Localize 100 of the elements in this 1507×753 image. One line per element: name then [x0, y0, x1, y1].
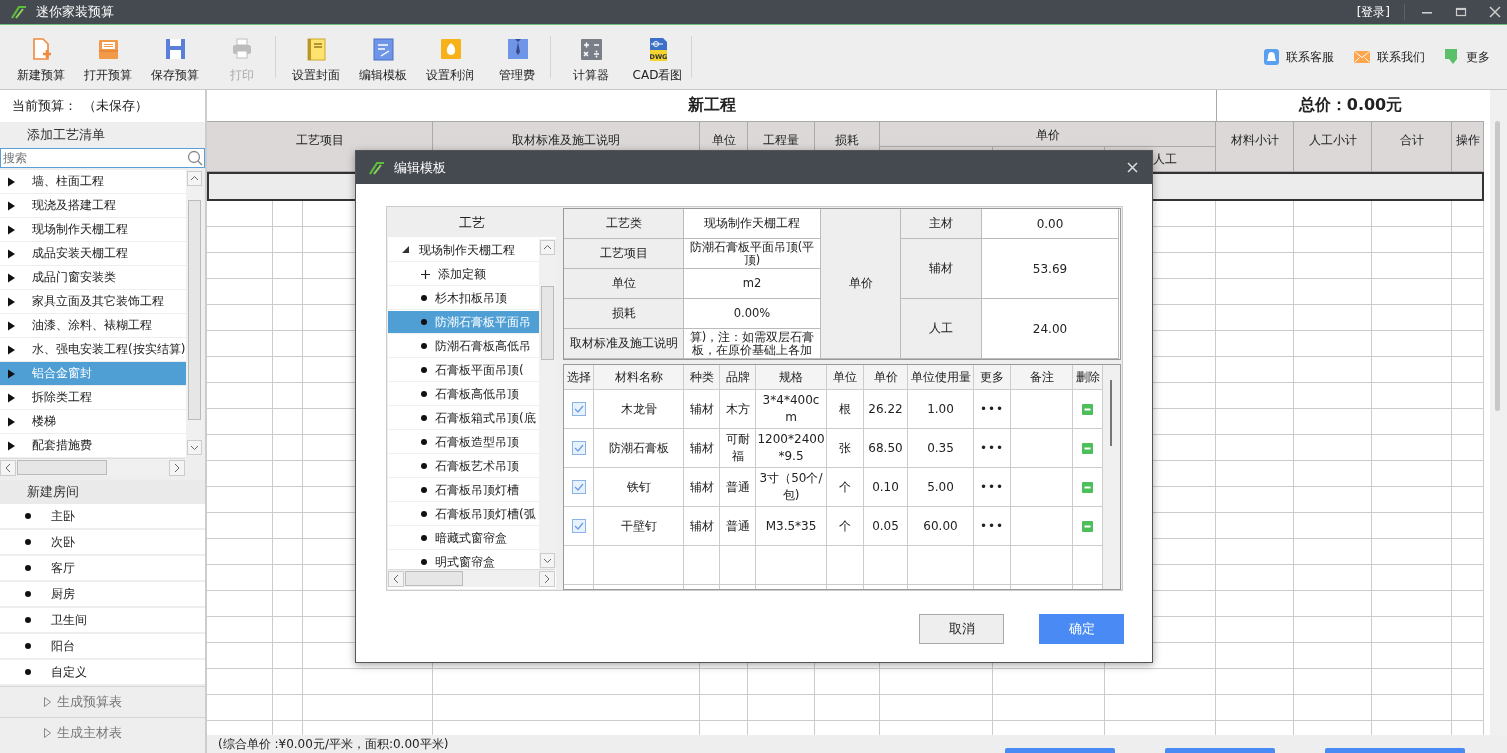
toolbar-button[interactable]: 编辑模板 — [349, 32, 416, 82]
room-item[interactable]: 主卧 — [0, 504, 205, 528]
toolbar-link[interactable]: 联系客服 — [1264, 48, 1334, 66]
field-value: 0.00 — [982, 209, 1119, 239]
toolbar-button[interactable]: 新建预算 — [7, 32, 74, 82]
scroll-thumb[interactable] — [17, 460, 107, 475]
bullet-icon — [25, 539, 31, 545]
table-cell: 辅材 — [684, 468, 720, 507]
column-header: 单位使用量 — [908, 365, 974, 390]
field-label: 损耗 — [564, 299, 684, 329]
toolbar-link[interactable]: 联系我们 — [1354, 48, 1425, 66]
scrollbar[interactable] — [539, 239, 556, 569]
caret-icon[interactable] — [7, 176, 16, 187]
bullet-icon — [421, 295, 427, 301]
scrollbar[interactable] — [0, 458, 185, 476]
toolbar-link[interactable]: 更多 — [1445, 48, 1490, 66]
scroll-thumb[interactable] — [1495, 121, 1500, 411]
checkbox[interactable] — [571, 480, 586, 494]
checkbox[interactable] — [571, 402, 586, 416]
column-header: 单位 — [827, 365, 864, 390]
caret-icon[interactable] — [7, 272, 16, 283]
caret-icon[interactable] — [7, 200, 16, 211]
more-button[interactable]: ••• — [979, 439, 1005, 457]
table-cell: 3*4*400cm — [756, 390, 827, 429]
room-item[interactable]: 客厅 — [0, 556, 205, 580]
tree-item[interactable]: 配套措施费 — [0, 434, 186, 457]
scrollbar[interactable] — [186, 170, 203, 456]
room-item[interactable]: 次卧 — [0, 530, 205, 554]
action-item[interactable]: 生成预算表 — [0, 686, 205, 717]
column-header: 更多 — [974, 365, 1011, 390]
tree-item[interactable]: 水、强电安装工程(按实结算) — [0, 338, 186, 361]
tree-item[interactable]: 成品门窗安装类 — [0, 266, 186, 289]
toolbar-button[interactable]: 保存预算 — [141, 32, 208, 82]
bullet-icon — [421, 319, 427, 325]
plus-icon — [421, 269, 430, 279]
table-cell: 木方 — [720, 390, 756, 429]
scroll-thumb[interactable] — [541, 286, 554, 360]
more-button[interactable]: ••• — [979, 517, 1005, 535]
caret-icon[interactable] — [7, 320, 16, 331]
field-value: 53.69 — [982, 239, 1119, 299]
caret-icon[interactable] — [7, 296, 16, 307]
caret-icon[interactable] — [401, 245, 410, 255]
close-icon[interactable] — [1127, 162, 1138, 173]
room-item[interactable]: 阳台 — [0, 634, 205, 658]
column-header: 材料名称 — [594, 365, 684, 390]
toolbar-button[interactable]: 计算器 — [557, 32, 624, 82]
tree-item[interactable]: 拆除类工程 — [0, 386, 186, 409]
cancel-button[interactable]: 取消 — [919, 614, 1004, 644]
tree-item[interactable]: 现浇及搭建工程 — [0, 194, 186, 217]
section-title: 新建房间 — [27, 483, 79, 501]
caret-icon[interactable] — [7, 344, 16, 355]
toolbar-button[interactable]: 设置利润 — [416, 32, 483, 82]
tree-item[interactable]: 现场制作天棚工程 — [0, 218, 186, 241]
field-label: 人工 — [901, 299, 982, 359]
scrollbar[interactable] — [1490, 90, 1507, 735]
column-header: 单价 — [880, 122, 1216, 146]
checkbox[interactable] — [571, 441, 586, 455]
caret-icon[interactable] — [7, 368, 16, 379]
column-header: 人工小计 — [1294, 122, 1372, 171]
scroll-thumb[interactable] — [405, 571, 463, 586]
envelope-icon — [1354, 51, 1370, 63]
tree-item[interactable]: 楼梯 — [0, 410, 186, 433]
tree-item[interactable]: 墙、柱面工程 — [0, 170, 186, 193]
toolbar-button[interactable]: 管理费 — [483, 32, 550, 82]
column-header: 材料小计 — [1216, 122, 1294, 171]
caret-icon[interactable] — [7, 248, 16, 259]
bullet-icon — [421, 535, 427, 541]
room-item[interactable]: 卫生间 — [0, 608, 205, 632]
table-cell: 个 — [827, 468, 864, 507]
scroll-thumb[interactable] — [188, 200, 201, 420]
bullet-icon — [421, 463, 427, 469]
more-button[interactable]: ••• — [979, 400, 1005, 418]
column-header: 人工 — [1153, 150, 1177, 168]
table-cell: 辅材 — [684, 507, 720, 546]
scroll-thumb[interactable] — [1110, 380, 1112, 446]
section-title: 添加工艺清单 — [27, 126, 105, 144]
tree-item[interactable]: 成品安装天棚工程 — [0, 242, 186, 265]
room-item[interactable]: 自定义 — [0, 660, 205, 684]
field-value: 24.00 — [982, 299, 1119, 359]
tree-item[interactable]: 油漆、涂料、裱糊工程 — [0, 314, 186, 337]
caret-icon[interactable] — [7, 440, 16, 451]
search-field[interactable]: 搜索 — [0, 148, 205, 168]
scrollbar[interactable] — [388, 569, 555, 587]
room-item[interactable]: 厨房 — [0, 582, 205, 606]
checkbox[interactable] — [571, 519, 586, 533]
table-cell: 26.22 — [864, 390, 908, 429]
tree-item[interactable]: 家具立面及其它装饰工程 — [0, 290, 186, 313]
more-button[interactable]: ••• — [979, 478, 1005, 496]
table-cell: 0.10 — [864, 468, 908, 507]
toolbar-button[interactable]: 打开预算 — [74, 32, 141, 82]
column-header: 工艺 — [459, 213, 485, 232]
caret-icon[interactable] — [7, 392, 16, 403]
login-link[interactable]: [登录] — [1356, 3, 1390, 21]
scrollbar[interactable] — [1103, 365, 1120, 589]
budget-status: （未保存） — [83, 97, 148, 115]
caret-icon[interactable] — [7, 416, 16, 427]
total-price: 总价：0.00元 — [1216, 90, 1484, 121]
toolbar-button[interactable]: 设置封面 — [282, 32, 349, 82]
caret-icon[interactable] — [7, 224, 16, 235]
action-item[interactable]: 生成主材表 — [0, 717, 205, 748]
